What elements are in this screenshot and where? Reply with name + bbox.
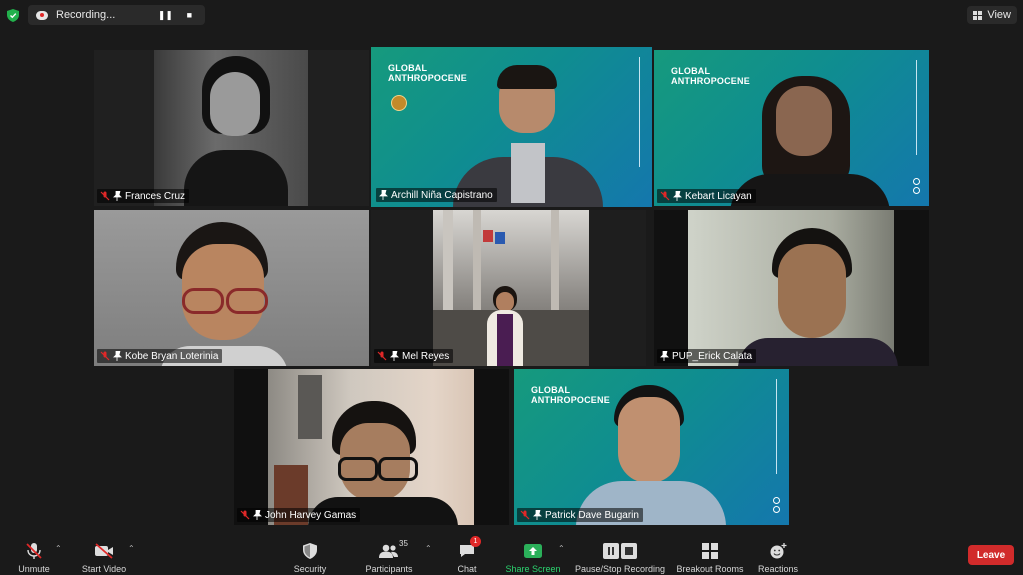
slide-title: GLOBAL ANTHROPOCENE: [671, 66, 750, 86]
slide-title: GLOBAL ANTHROPOCENE: [388, 63, 467, 83]
security-button[interactable]: Security: [275, 541, 345, 574]
video-tile-pup-erick-calata[interactable]: PUP_Erick Calata: [654, 210, 929, 366]
video-off-icon: [94, 541, 114, 561]
pin-icon: [390, 351, 399, 361]
security-label: Security: [293, 564, 327, 574]
video-tile-archill-nina-capistrano[interactable]: GLOBAL ANTHROPOCENE Archill Niña Capistra…: [371, 47, 652, 207]
participant-name: Kebart Licayan: [685, 190, 752, 202]
participants-icon: 35: [379, 539, 408, 561]
reactions-label: Reactions: [757, 564, 799, 574]
pause-icon[interactable]: ❚❚: [157, 10, 173, 21]
breakout-rooms-label: Breakout Rooms: [676, 564, 744, 574]
pin-icon: [660, 351, 669, 361]
participant-name: PUP_Erick Calata: [672, 350, 753, 362]
participant-name: Frances Cruz: [125, 190, 186, 202]
participant-name: Kobe Bryan Loterinia: [125, 350, 219, 362]
name-tag: Frances Cruz: [97, 189, 190, 203]
name-tag: Kobe Bryan Loterinia: [97, 349, 223, 363]
pin-icon: [379, 190, 388, 200]
recording-controls-icon: [603, 541, 637, 561]
top-bar-left: Recording... ❚❚ ■: [6, 4, 206, 26]
mic-off-icon: [100, 351, 110, 361]
slide-divider: [639, 57, 640, 167]
name-tag: Mel Reyes: [374, 349, 454, 363]
pause-stop-recording-label: Pause/Stop Recording: [574, 564, 666, 574]
slide-background: GLOBAL ANTHROPOCENE: [514, 369, 789, 525]
reactions-button[interactable]: Reactions: [743, 541, 813, 574]
recording-cloud-icon: [36, 10, 48, 20]
pin-icon: [113, 351, 122, 361]
name-tag: Kebart Licayan: [657, 189, 756, 203]
pin-icon: [533, 510, 542, 520]
mic-off-icon: [377, 351, 387, 361]
view-button[interactable]: View: [967, 6, 1017, 24]
shield-icon[interactable]: [6, 8, 20, 22]
mic-off-icon: [25, 541, 43, 561]
participants-button[interactable]: 35 Participants: [354, 539, 424, 574]
video-feed: [154, 50, 308, 206]
breakout-rooms-icon: [702, 541, 718, 561]
unmute-label: Unmute: [18, 564, 50, 574]
leave-button[interactable]: Leave: [968, 545, 1014, 565]
video-feed: [433, 210, 589, 366]
pin-icon: [113, 191, 122, 201]
slide-background: GLOBAL ANTHROPOCENE: [654, 50, 929, 206]
recording-label: Recording...: [56, 9, 116, 21]
participants-count: 35: [399, 539, 408, 548]
audio-options-chevron-icon[interactable]: ⌃: [55, 544, 62, 553]
share-options-chevron-icon[interactable]: ⌃: [558, 544, 565, 553]
reactions-icon: [769, 541, 787, 561]
share-screen-icon: [524, 541, 542, 561]
video-tile-patrick-dave-bugarin[interactable]: GLOBAL ANTHROPOCENE Patrick Dave Bugarin: [514, 369, 789, 525]
slide-divider: [776, 379, 777, 474]
video-feed: [94, 210, 369, 366]
participant-name: John Harvey Gamas: [265, 509, 357, 521]
video-tile-frances-cruz[interactable]: Frances Cruz: [94, 50, 369, 206]
chat-icon: 1: [459, 536, 481, 561]
participant-name: Patrick Dave Bugarin: [545, 509, 639, 521]
video-tile-kebart-licayan[interactable]: GLOBAL ANTHROPOCENE Kebart Licayan: [654, 50, 929, 206]
video-tile-john-harvey-gamas[interactable]: John Harvey Gamas: [234, 369, 509, 525]
stop-icon[interactable]: ■: [181, 10, 197, 20]
slide-divider: [916, 60, 917, 155]
name-tag: Patrick Dave Bugarin: [517, 508, 643, 522]
seal-logo: [391, 95, 407, 111]
shield-icon: [303, 541, 317, 561]
slide-background: GLOBAL ANTHROPOCENE: [371, 47, 652, 207]
recording-indicator: Recording... ❚❚ ■: [28, 5, 206, 25]
chat-badge: 1: [470, 536, 481, 547]
mic-off-icon: [240, 510, 250, 520]
video-feed: [268, 369, 474, 525]
start-video-label: Start Video: [81, 564, 127, 574]
video-tile-kobe-bryan-loterinia[interactable]: Kobe Bryan Loterinia: [94, 210, 369, 366]
slide-title: GLOBAL ANTHROPOCENE: [531, 385, 610, 405]
grid-view-icon: [973, 10, 983, 20]
mic-off-icon: [660, 191, 670, 201]
name-tag: Archill Niña Capistrano: [376, 188, 497, 202]
slide-dots: [773, 497, 780, 513]
mic-off-icon: [520, 510, 530, 520]
breakout-rooms-button[interactable]: Breakout Rooms: [675, 541, 745, 574]
pin-icon: [673, 191, 682, 201]
chat-label: Chat: [457, 564, 477, 574]
mic-off-icon: [100, 191, 110, 201]
chat-button[interactable]: 1 Chat: [432, 536, 502, 574]
slide-dots: [913, 178, 920, 194]
view-label: View: [987, 9, 1011, 21]
name-tag: John Harvey Gamas: [237, 508, 361, 522]
video-tile-mel-reyes[interactable]: Mel Reyes: [371, 210, 646, 366]
pin-icon: [253, 510, 262, 520]
video-feed: [688, 210, 898, 366]
share-screen-label: Share Screen: [505, 564, 561, 574]
pause-stop-recording-button[interactable]: Pause/Stop Recording: [570, 541, 670, 574]
name-tag: PUP_Erick Calata: [657, 349, 757, 363]
participant-name: Archill Niña Capistrano: [391, 189, 493, 201]
participants-label: Participants: [365, 564, 413, 574]
video-options-chevron-icon[interactable]: ⌃: [128, 544, 135, 553]
participants-options-chevron-icon[interactable]: ⌃: [425, 544, 432, 553]
meeting-toolbar: Unmute ⌃ Start Video ⌃ Security 35 Parti…: [0, 536, 1023, 575]
participant-name: Mel Reyes: [402, 350, 450, 362]
